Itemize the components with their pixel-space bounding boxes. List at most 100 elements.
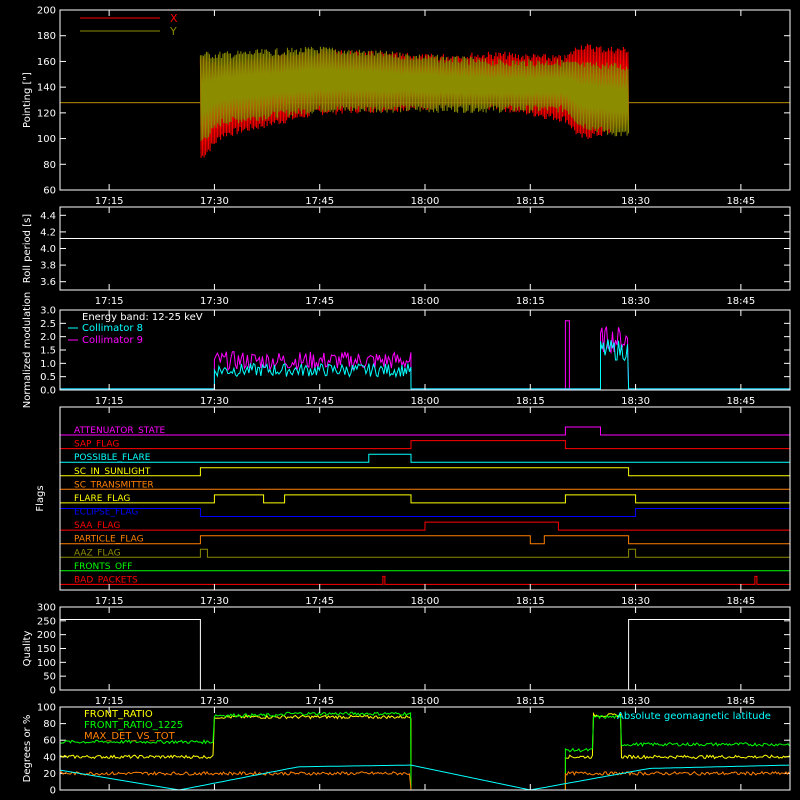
flag-line-flare_flag bbox=[60, 494, 790, 504]
y-tick-label: 100 bbox=[37, 658, 56, 669]
y-tick-label: 0.5 bbox=[40, 372, 56, 383]
y-tick-label: 250 bbox=[37, 616, 56, 627]
flag-label-fronts_off: FRONTS_OFF bbox=[74, 562, 132, 572]
y-tick-label: 0.0 bbox=[40, 386, 56, 397]
y-tick-label: 4.2 bbox=[40, 227, 56, 238]
y-tick-label: 3.8 bbox=[40, 261, 56, 272]
x-tick-label: 17:30 bbox=[200, 596, 229, 607]
x-tick-label: 18:00 bbox=[411, 296, 440, 307]
legend-label-Y: Y bbox=[169, 25, 177, 38]
y-tick-label: 2.0 bbox=[40, 332, 56, 343]
y-axis-label: Quality bbox=[22, 631, 33, 667]
series-Collimator-8 bbox=[60, 339, 790, 390]
legend-label: MAX_DET_VS_TOT bbox=[84, 731, 176, 742]
y-tick-label: 120 bbox=[37, 108, 56, 119]
flag-label-flare_flag: FLARE_FLAG bbox=[74, 494, 130, 504]
x-tick-label: 18:15 bbox=[516, 696, 545, 707]
y-tick-label: 4.4 bbox=[40, 211, 56, 222]
flag-line-possible_flare bbox=[60, 453, 790, 463]
x-tick-label: 18:00 bbox=[411, 396, 440, 407]
x-tick-label: 18:30 bbox=[621, 596, 650, 607]
series-spike bbox=[564, 320, 570, 389]
legend-label: FRONT_RATIO_1225 bbox=[84, 720, 183, 731]
y-tick-label: 2.5 bbox=[40, 319, 56, 330]
y-tick-label: 1.5 bbox=[40, 346, 56, 357]
y-tick-label: 180 bbox=[37, 31, 56, 42]
flag-label-sap_flag: SAP_FLAG bbox=[74, 440, 119, 450]
flag-line-bad_packets bbox=[60, 575, 790, 585]
x-tick-label: 17:15 bbox=[95, 696, 124, 707]
y-tick-label: 20 bbox=[43, 769, 56, 780]
x-tick-label: 17:45 bbox=[305, 596, 334, 607]
y-tick-label: 160 bbox=[37, 57, 56, 68]
flag-line-aaz_flag bbox=[60, 548, 790, 558]
y-tick-label: 80 bbox=[43, 160, 56, 171]
multi-panel-plot: 6080100120140160180200Pointing ["]XY17:1… bbox=[22, 6, 791, 797]
y-tick-label: 3.0 bbox=[40, 306, 56, 317]
legend-title: Energy band: 12-25 keV bbox=[82, 312, 203, 323]
y-tick-label: 0 bbox=[50, 786, 56, 797]
y-tick-label: 50 bbox=[43, 672, 56, 683]
y-tick-label: 300 bbox=[37, 603, 56, 614]
x-tick-label: 18:00 bbox=[411, 596, 440, 607]
x-tick-label: 17:45 bbox=[305, 196, 334, 207]
series-max_det_vs_tot bbox=[59, 770, 790, 791]
panel-frame-3 bbox=[59, 406, 791, 591]
y-tick-label: 150 bbox=[37, 644, 56, 655]
x-tick-label: 18:00 bbox=[411, 196, 440, 207]
y-tick-label: 200 bbox=[37, 6, 56, 17]
x-tick-label: 18:15 bbox=[516, 296, 545, 307]
flag-line-particle_flag bbox=[60, 535, 790, 545]
x-tick-label: 17:15 bbox=[95, 396, 124, 407]
x-tick-label: 17:30 bbox=[200, 396, 229, 407]
legend-label: Collimator 9 bbox=[82, 335, 143, 346]
x-tick-label: 17:30 bbox=[200, 696, 229, 707]
y-tick-label: 3.6 bbox=[40, 277, 56, 288]
x-tick-label: 18:15 bbox=[516, 596, 545, 607]
x-tick-label: 18:30 bbox=[621, 696, 650, 707]
y-tick-label: 0 bbox=[50, 686, 56, 697]
x-tick-label: 17:30 bbox=[200, 196, 229, 207]
x-tick-label: 17:15 bbox=[95, 196, 124, 207]
y-axis-label: Pointing ["] bbox=[22, 72, 33, 128]
legend-label: FRONT_RATIO bbox=[84, 709, 153, 720]
y-tick-label: 60 bbox=[43, 186, 56, 197]
y-axis-label: Degrees or % bbox=[22, 715, 33, 783]
flag-label-particle_flag: PARTICLE_FLAG bbox=[74, 535, 144, 545]
x-tick-label: 18:30 bbox=[621, 196, 650, 207]
y-tick-label: 1.0 bbox=[40, 359, 56, 370]
panel-frame-1 bbox=[59, 206, 791, 291]
x-tick-label: 18:15 bbox=[516, 396, 545, 407]
x-tick-label: 18:45 bbox=[726, 696, 755, 707]
x-tick-label: 18:30 bbox=[621, 296, 650, 307]
y-tick-label: 40 bbox=[43, 752, 56, 763]
x-tick-label: 17:45 bbox=[305, 396, 334, 407]
y-axis-label: Roll period [s] bbox=[22, 214, 33, 283]
y-tick-label: 4.0 bbox=[40, 244, 56, 255]
x-tick-label: 17:45 bbox=[305, 696, 334, 707]
series-quality bbox=[60, 619, 790, 691]
x-tick-label: 18:45 bbox=[726, 596, 755, 607]
y-axis-label: Flags bbox=[35, 485, 46, 511]
flag-label-aaz_flag: AAZ_FLAG bbox=[74, 548, 121, 558]
flag-line-sap_flag bbox=[60, 440, 790, 450]
x-tick-label: 18:30 bbox=[621, 396, 650, 407]
x-tick-label: 18:45 bbox=[726, 396, 755, 407]
x-tick-label: 17:15 bbox=[95, 296, 124, 307]
flag-label-sc_transmitter: SC_TRANSMITTER bbox=[74, 480, 154, 490]
y-tick-label: 60 bbox=[43, 736, 56, 747]
flag-line-saa_flag bbox=[60, 521, 790, 531]
flag-line-sc_in_sunlight bbox=[60, 467, 790, 477]
y-tick-label: 140 bbox=[37, 83, 56, 94]
flag-line-attenuator_state bbox=[60, 426, 790, 436]
x-tick-label: 18:45 bbox=[726, 196, 755, 207]
x-tick-label: 18:15 bbox=[516, 196, 545, 207]
flag-label-saa_flag: SAA_FLAG bbox=[74, 521, 120, 531]
x-tick-label: 18:00 bbox=[411, 696, 440, 707]
x-tick-label: 17:45 bbox=[305, 296, 334, 307]
legend-label: Absolute geomagnetic latitude bbox=[617, 711, 771, 722]
y-axis-label: Normalized modulation bbox=[22, 292, 33, 409]
flag-label-attenuator_state: ATTENUATOR_STATE bbox=[74, 426, 166, 436]
legend-label-X: X bbox=[170, 12, 178, 25]
flag-line-eclipse_flag bbox=[59, 508, 791, 517]
